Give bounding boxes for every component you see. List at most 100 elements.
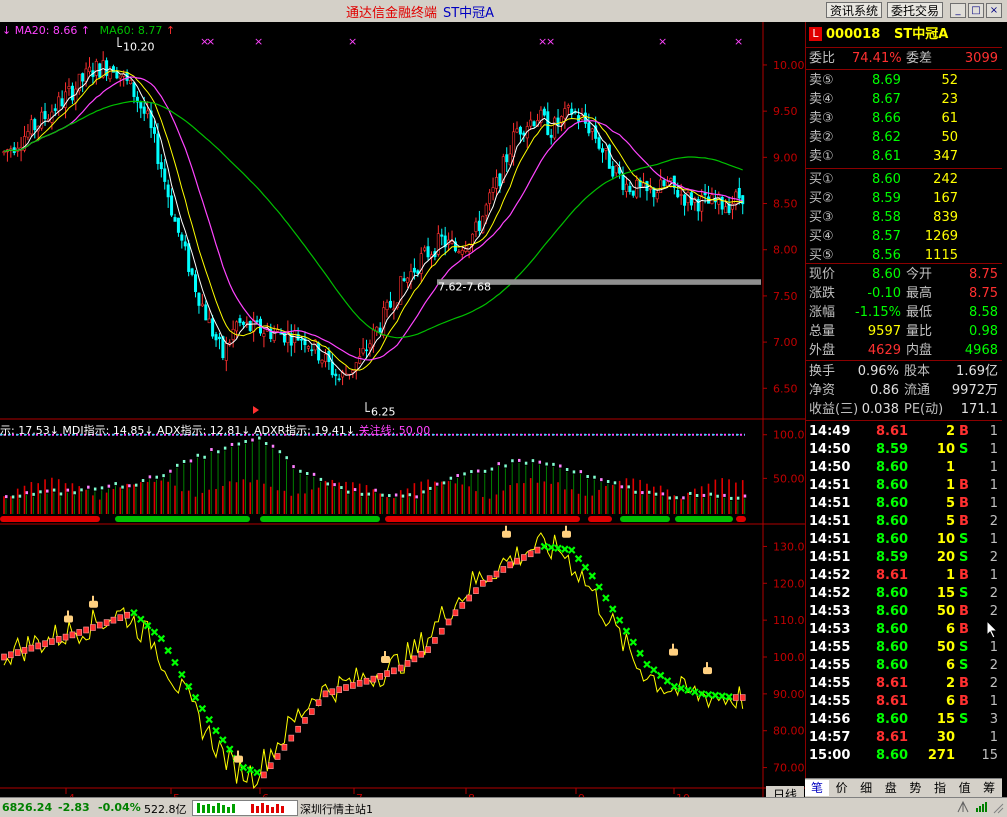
fundamental-row: 净资 0.86 流通 9972万 xyxy=(806,381,1003,400)
ma60-legend: MA60: 8.77 xyxy=(99,24,163,37)
candle-body xyxy=(26,131,30,138)
oscillator-fall-mark xyxy=(178,670,186,679)
tick-time: 14:53 xyxy=(809,622,851,637)
stat-label: 最低 xyxy=(906,305,933,320)
oscillator-fall-mark xyxy=(636,649,644,658)
dmi-marker xyxy=(326,482,329,486)
tick-volume: 20 xyxy=(936,550,955,565)
dmi-marker xyxy=(210,448,213,452)
dmi-marker xyxy=(100,486,104,490)
ask-row: 卖② 8.62 50 xyxy=(806,128,1003,147)
oscillator-rise-mark xyxy=(370,675,377,683)
chart-canvas[interactable]: 10.00 9.50 9.00 8.50 8.00 7.50 7.00 6.50 100.00 5… xyxy=(0,22,805,806)
candle-body xyxy=(724,206,728,214)
trade-order-button[interactable]: 委托交易 xyxy=(887,2,944,18)
tab-3[interactable]: 盘 xyxy=(879,780,903,796)
tick-volume: 50 xyxy=(936,640,955,655)
dmi-marker xyxy=(483,469,487,473)
restore-icon[interactable]: □ xyxy=(968,3,984,18)
oscillator-rise-mark xyxy=(445,618,452,626)
grip-icon xyxy=(990,800,1004,817)
candle-body xyxy=(628,185,632,193)
oscillator-rise-mark xyxy=(418,650,425,658)
tick-count: 1 xyxy=(989,496,998,511)
bid-row: 买① 8.60 242 xyxy=(806,170,1003,189)
dmi-marker xyxy=(381,493,384,497)
dmi-marker xyxy=(367,492,371,496)
dmi-marker xyxy=(11,495,15,499)
oscillator-rise-mark xyxy=(521,554,527,561)
tick-side: B xyxy=(959,424,969,439)
fund-value: 0.96% xyxy=(857,364,899,379)
tick-price: 8.61 xyxy=(876,730,909,745)
osc-tick-label: 130.00 xyxy=(773,540,805,553)
candle-body xyxy=(248,321,252,331)
candle-body xyxy=(365,349,369,352)
candle-body xyxy=(597,137,601,149)
signal-hand-icon xyxy=(234,750,243,763)
tab-4[interactable]: 势 xyxy=(903,780,927,796)
tick-side: S xyxy=(959,640,969,655)
stat-value: 4968 xyxy=(964,343,998,358)
tab-5[interactable]: 指 xyxy=(928,780,952,796)
high-annotation-arrow xyxy=(117,37,122,47)
candle-body xyxy=(546,111,550,135)
dmi-marker xyxy=(141,479,145,483)
candle-body xyxy=(94,60,98,76)
tick-side: S xyxy=(959,550,969,565)
dmi-marker xyxy=(593,475,596,479)
oscillator-rise-mark xyxy=(14,649,21,656)
tick-volume: 10 xyxy=(936,532,955,547)
candle-body xyxy=(566,105,570,108)
dmi-marker xyxy=(148,475,152,479)
mdi-legend: MDI指示: 14.85 xyxy=(62,424,145,437)
tick-time: 14:55 xyxy=(809,658,851,673)
oscillator-rise-mark xyxy=(124,611,130,619)
oscillator-rise-mark xyxy=(404,660,411,667)
dmi-marker xyxy=(319,477,323,481)
dmi-marker xyxy=(743,494,747,498)
oscillator-fall-mark xyxy=(615,616,624,624)
tick-time: 14:56 xyxy=(809,712,851,727)
tick-row: 14:51 8.60 5 B 1 xyxy=(806,494,1003,513)
candle-body xyxy=(611,166,615,177)
tab-0[interactable]: 笔 xyxy=(805,780,829,796)
dmi-marker xyxy=(709,492,713,496)
close-icon[interactable]: × xyxy=(986,3,1002,18)
news-system-button[interactable]: 资讯系统 xyxy=(826,2,883,18)
tick-count: 1 xyxy=(989,694,998,709)
tab-7[interactable]: 筹 xyxy=(977,780,1001,796)
tab-2[interactable]: 细 xyxy=(854,780,878,796)
oscillator-rise-mark xyxy=(302,717,308,724)
oscillator-rise-mark xyxy=(28,644,35,652)
dmi-marker xyxy=(52,488,56,492)
tick-price: 8.61 xyxy=(876,676,909,691)
oscillator-rise-mark xyxy=(281,743,288,751)
candle-body xyxy=(648,187,652,190)
dmi-marker xyxy=(545,462,548,466)
candle-body xyxy=(176,217,180,233)
oscillator-fall-mark xyxy=(622,627,631,635)
dmi-marker xyxy=(25,491,29,495)
tick-volume: 271 xyxy=(927,748,955,763)
tab-6[interactable]: 值 xyxy=(953,780,977,796)
tick-time: 14:51 xyxy=(809,496,851,511)
tick-price: 8.60 xyxy=(876,658,909,673)
dmi-marker xyxy=(388,494,391,498)
minimize-icon[interactable]: _ xyxy=(950,3,966,18)
dmi-marker xyxy=(695,494,699,498)
candle-body xyxy=(245,321,249,324)
tab-1[interactable]: 价 xyxy=(830,780,854,796)
tick-row: 14:49 8.61 2 B 1 xyxy=(806,422,1003,441)
dmi-marker xyxy=(408,493,412,497)
signal-hand-icon xyxy=(89,595,98,608)
candle-body xyxy=(587,122,591,134)
chart-area[interactable]: 10.00 9.50 9.00 8.50 8.00 7.50 7.00 6.50 100.00 5… xyxy=(0,22,805,806)
candle-body xyxy=(211,318,215,337)
tick-time: 14:55 xyxy=(809,676,851,691)
tick-time: 14:57 xyxy=(809,730,851,745)
oscillator-rise-mark xyxy=(733,694,739,701)
signal-hand-icon xyxy=(703,662,712,675)
candle-body xyxy=(300,338,304,341)
dmi-marker xyxy=(620,485,624,489)
